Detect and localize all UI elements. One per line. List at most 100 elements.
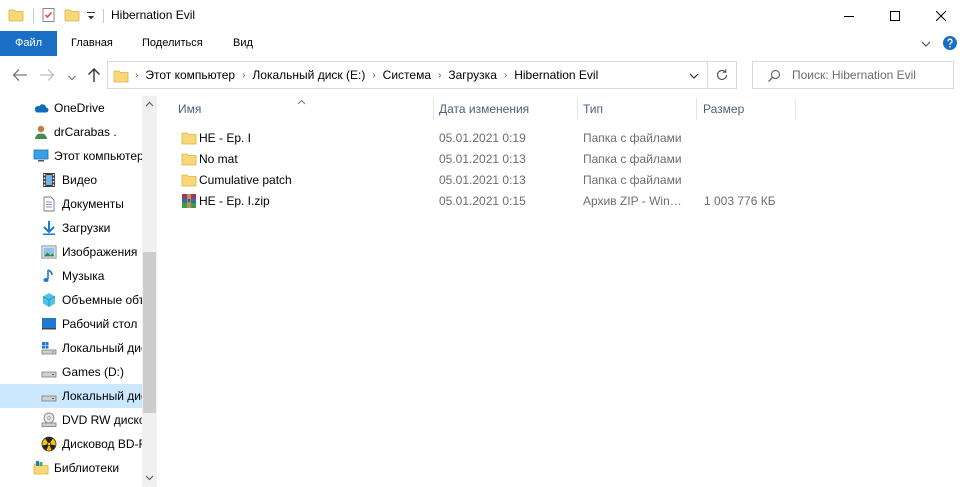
ribbon-tabs: Файл Главная Поделиться Вид [0,31,964,56]
back-arrow-icon[interactable] [12,68,28,85]
tab-file[interactable]: Файл [0,31,57,56]
sidebar-item-onedrive[interactable]: OneDrive [0,96,142,120]
minimize-icon [844,15,854,17]
breadcrumb-this-pc[interactable]: Этот компьютер [141,68,239,82]
list-item[interactable]: Cumulative patch 05.01.2021 0:13 Папка с… [175,170,795,191]
sidebar-item-this-pc[interactable]: Этот компьютер [0,144,142,168]
sidebar-item-label: Видео [62,173,98,187]
sidebar-item-dvd-drive[interactable]: DVD RW дисковод [0,408,142,432]
nav-scrollbar[interactable] [142,96,157,487]
quick-access-separator [33,9,34,23]
close-icon [936,10,946,21]
file-name: No mat [199,152,238,166]
breadcrumb-separator-icon[interactable]: › [435,70,444,81]
sidebar-item-desktop[interactable]: Рабочий стол [0,312,142,336]
sidebar-item-label: Изображения [62,245,138,259]
close-button[interactable] [918,0,964,31]
sidebar-item-label: drCarabas . [54,125,117,139]
up-arrow-icon[interactable] [87,67,101,86]
navigation-pane: OneDrive drCarabas . Этот компьютер Виде… [0,96,157,487]
list-item[interactable]: HE - Ep. I 05.01.2021 0:19 Папка с файла… [175,128,795,149]
column-header-date[interactable]: Дата изменения [439,96,529,122]
scroll-thumb[interactable] [143,252,156,413]
column-divider[interactable] [577,98,578,120]
list-item[interactable]: HE - Ep. I.zip 05.01.2021 0:15 Архив ZIP… [175,191,795,212]
sidebar-item-games-d[interactable]: Games (D:) [0,360,142,384]
search-input[interactable]: Поиск: Hibernation Evil [752,61,954,89]
column-header-type[interactable]: Тип [583,96,603,122]
sort-ascending-icon [297,94,306,108]
scroll-down-chevron-icon[interactable] [142,470,157,486]
breadcrumb: › Этот компьютер › Локальный диск (E:) ›… [132,62,602,88]
breadcrumb-separator-icon[interactable]: › [501,70,510,81]
breadcrumb-local-disk-e[interactable]: Локальный диск (E:) [248,68,369,82]
breadcrumb-separator-icon[interactable]: › [239,70,248,81]
tab-home[interactable]: Главная [71,31,113,56]
breadcrumb-current-folder[interactable]: Hibernation Evil [510,68,602,82]
sidebar-item-label: DVD RW дисковод [62,413,142,427]
file-type: Папка с файлами [583,173,682,187]
column-header-size[interactable]: Размер [703,96,744,122]
scroll-up-chevron-icon[interactable] [142,96,157,112]
address-bar[interactable]: › Этот компьютер › Локальный диск (E:) ›… [107,61,708,89]
tab-share[interactable]: Поделиться [142,31,203,56]
breadcrumb-separator-icon[interactable]: › [369,70,378,81]
help-icon[interactable] [942,35,958,51]
column-divider[interactable] [433,98,434,120]
system-drive-icon [41,340,57,356]
winrar-archive-icon [181,193,197,212]
drive-icon [41,388,57,404]
sidebar-item-label: Рабочий стол [62,317,138,331]
column-divider[interactable] [795,98,796,120]
sidebar-item-3d-objects[interactable]: Объемные объекты [0,288,142,312]
sidebar-item-label: Этот компьютер [54,149,142,163]
sidebar-item-downloads[interactable]: Загрузки [0,216,142,240]
title-bar: Hibernation Evil [0,0,964,31]
sidebar-item-local-disk-e[interactable]: Локальный диск [0,384,142,408]
maximize-button[interactable] [872,0,918,31]
sidebar-item-libraries[interactable]: Библиотеки [0,456,142,480]
sidebar-item-documents[interactable]: Документы [0,192,142,216]
tab-view[interactable]: Вид [233,31,253,56]
folder-icon [181,151,197,170]
sidebar-item-label: Загрузки [62,221,111,235]
file-date: 05.01.2021 0:13 [439,152,526,166]
file-type: Архив ZIP - WinRAR [583,194,689,208]
title-separator [103,9,104,23]
file-type: Папка с файлами [583,152,682,166]
sidebar-item-user[interactable]: drCarabas . [0,120,142,144]
breadcrumb-separator-icon[interactable]: › [132,70,141,81]
properties-icon[interactable] [41,7,57,26]
list-item[interactable]: No mat 05.01.2021 0:13 Папка с файлами [175,149,795,170]
refresh-button[interactable] [708,61,737,89]
search-icon [767,69,781,86]
sidebar-item-label: Библиотеки [54,461,120,475]
new-folder-icon[interactable] [64,7,80,26]
folder-icon [113,68,129,87]
minimize-button[interactable] [826,0,872,31]
column-divider[interactable] [696,98,697,120]
sidebar-item-bd-drive[interactable]: Дисковод BD-ROM [0,432,142,456]
file-type: Папка с файлами [583,131,682,145]
sidebar-item-label: Локальный диск [62,341,142,355]
file-name: HE - Ep. I [199,131,252,145]
folder-icon[interactable] [8,7,24,26]
column-header-name[interactable]: Имя [178,96,201,122]
sidebar-item-local-disk-c[interactable]: Локальный диск [0,336,142,360]
sidebar-item-pictures[interactable]: Изображения [0,240,142,264]
3d-objects-icon [41,292,57,308]
file-date: 05.01.2021 0:19 [439,131,526,145]
sidebar-item-label: Документы [62,197,124,211]
address-history-chevron-icon[interactable] [688,70,700,84]
downloads-icon [41,220,57,236]
search-placeholder: Поиск: Hibernation Evil [792,68,916,82]
sidebar-item-video[interactable]: Видео [0,168,142,192]
file-list: Имя Дата изменения Тип Размер HE - Ep. I… [157,96,964,487]
breadcrumb-downloads[interactable]: Загрузка [444,68,501,82]
recent-locations-chevron-icon[interactable] [67,71,77,85]
quick-access-dropdown-icon[interactable] [86,10,96,22]
expand-ribbon-icon[interactable] [919,37,933,51]
breadcrumb-system[interactable]: Система [379,68,435,82]
forward-arrow-icon[interactable] [39,68,55,85]
sidebar-item-music[interactable]: Музыка [0,264,142,288]
